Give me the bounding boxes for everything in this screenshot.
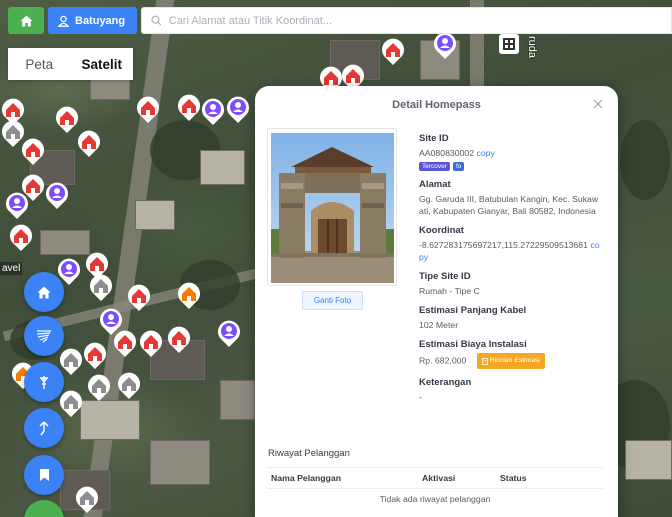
search-box[interactable]: [141, 7, 672, 34]
copy-site-id-link[interactable]: copy: [477, 148, 495, 158]
riwayat-table: Nama Pelanggan Aktivasi Status Tidak ada…: [267, 467, 603, 504]
riwayat-title: Riwayat Pelanggan: [268, 448, 350, 459]
homepass-detail-panel: Detail Homepass Ganti Foto Site ID AA080…: [255, 86, 618, 517]
home-icon: [37, 286, 51, 298]
koordinat-value: -8.627283175697217,115.27229509513681: [419, 240, 588, 250]
top-toolbar: Batuyang: [8, 7, 672, 34]
tower-layer-button[interactable]: [24, 362, 64, 402]
map-type-toggle: Peta Satelit: [8, 48, 133, 80]
pin-grey-home-icon[interactable]: [58, 388, 84, 418]
site-photo: [271, 133, 394, 283]
map-place-label: avel: [0, 262, 23, 275]
pin-grey-home-icon[interactable]: [88, 272, 114, 302]
pin-user-icon[interactable]: [200, 96, 226, 126]
search-input[interactable]: [168, 14, 671, 27]
pin-home-icon[interactable]: [126, 282, 152, 312]
location-user-icon: [58, 15, 69, 27]
biaya-value: Rp. 682,000: [419, 355, 467, 366]
pin-user-icon[interactable]: [432, 30, 458, 60]
home-button[interactable]: [8, 7, 44, 34]
pin-home-icon[interactable]: [112, 328, 138, 358]
search-icon: [151, 15, 162, 26]
tipe-site-value: Rumah - Tipe C: [419, 286, 480, 296]
tipe-site-label: Tipe Site ID: [419, 271, 471, 282]
bookmark-layer-button[interactable]: [24, 455, 64, 495]
table-header: Nama Pelanggan Aktivasi Status: [267, 467, 603, 489]
rincian-estimasi-button[interactable]: Rincian Estimasi: [476, 353, 546, 369]
area-select-button[interactable]: Batuyang: [48, 7, 138, 34]
pin-home-icon[interactable]: [76, 128, 102, 158]
site-id-value: AA080830002: [419, 148, 475, 158]
pin-user-icon[interactable]: [44, 180, 70, 210]
kabel-label: Estimasi Panjang Kabel: [419, 305, 527, 316]
pin-building-icon[interactable]: [496, 30, 522, 60]
map-road-label: ruda: [526, 36, 538, 59]
column-nama-pelanggan: Nama Pelanggan: [271, 473, 342, 483]
fiber-layer-button[interactable]: [24, 316, 64, 356]
column-aktivasi: Aktivasi: [422, 473, 456, 483]
site-photo-card: [267, 128, 397, 286]
rincian-estimasi-label: Rincian Estimasi: [489, 357, 541, 364]
map-type-peta-button[interactable]: Peta: [8, 48, 71, 80]
pin-orange-home-icon[interactable]: [176, 280, 202, 310]
alamat-label: Alamat: [419, 179, 451, 190]
biaya-label: Estimasi Biaya Instalasi: [419, 339, 527, 350]
site-id-label: Site ID: [419, 133, 449, 144]
koordinat-label: Koordinat: [419, 225, 464, 236]
keterangan-label: Keterangan: [419, 377, 472, 388]
keterangan-value: -: [419, 392, 422, 402]
pin-user-icon[interactable]: [216, 318, 242, 348]
antenna-tower-icon: [40, 376, 48, 389]
pin-home-icon[interactable]: [176, 92, 202, 122]
document-icon: [481, 357, 488, 365]
change-photo-button[interactable]: Ganti Foto: [302, 291, 363, 310]
fo-badge: fo: [452, 162, 465, 171]
pin-home-icon[interactable]: [380, 36, 406, 66]
pin-home-icon[interactable]: [135, 94, 161, 124]
area-label: Batuyang: [75, 14, 126, 27]
pin-user-icon[interactable]: [225, 94, 251, 124]
pin-home-icon[interactable]: [138, 328, 164, 358]
home-icon: [20, 15, 32, 26]
table-empty-message: Tidak ada riwayat pelanggan: [379, 494, 491, 504]
fiber-cable-icon: [36, 330, 51, 343]
pin-grey-home-icon[interactable]: [86, 372, 112, 402]
kabel-value: 102 Meter: [419, 320, 459, 330]
column-status: Status: [500, 473, 527, 483]
alamat-value: Gg. Garuda III, Batubulan Kangin, Kec. S…: [419, 194, 599, 216]
pin-home-icon[interactable]: [20, 136, 46, 166]
map-type-satellite-button[interactable]: Satelit: [71, 48, 134, 80]
site-info: Site ID AA080830002 copy Tercover fo Ala…: [419, 133, 601, 411]
arrow-up-icon: [39, 420, 49, 435]
pin-home-icon[interactable]: [8, 222, 34, 252]
pin-grey-home-icon[interactable]: [116, 370, 142, 400]
homepass-layer-button[interactable]: [24, 272, 64, 312]
pin-grey-home-icon[interactable]: [58, 346, 84, 376]
route-layer-button[interactable]: [24, 408, 64, 448]
pin-home-icon[interactable]: [82, 340, 108, 370]
close-icon[interactable]: [592, 98, 604, 110]
pin-grey-home-icon[interactable]: [74, 484, 100, 514]
panel-title: Detail Homepass: [392, 99, 481, 111]
pin-home-icon[interactable]: [166, 324, 192, 354]
pin-user-icon[interactable]: [4, 190, 30, 220]
status-badge: Tercover: [419, 162, 450, 171]
bookmark-icon: [39, 469, 49, 481]
